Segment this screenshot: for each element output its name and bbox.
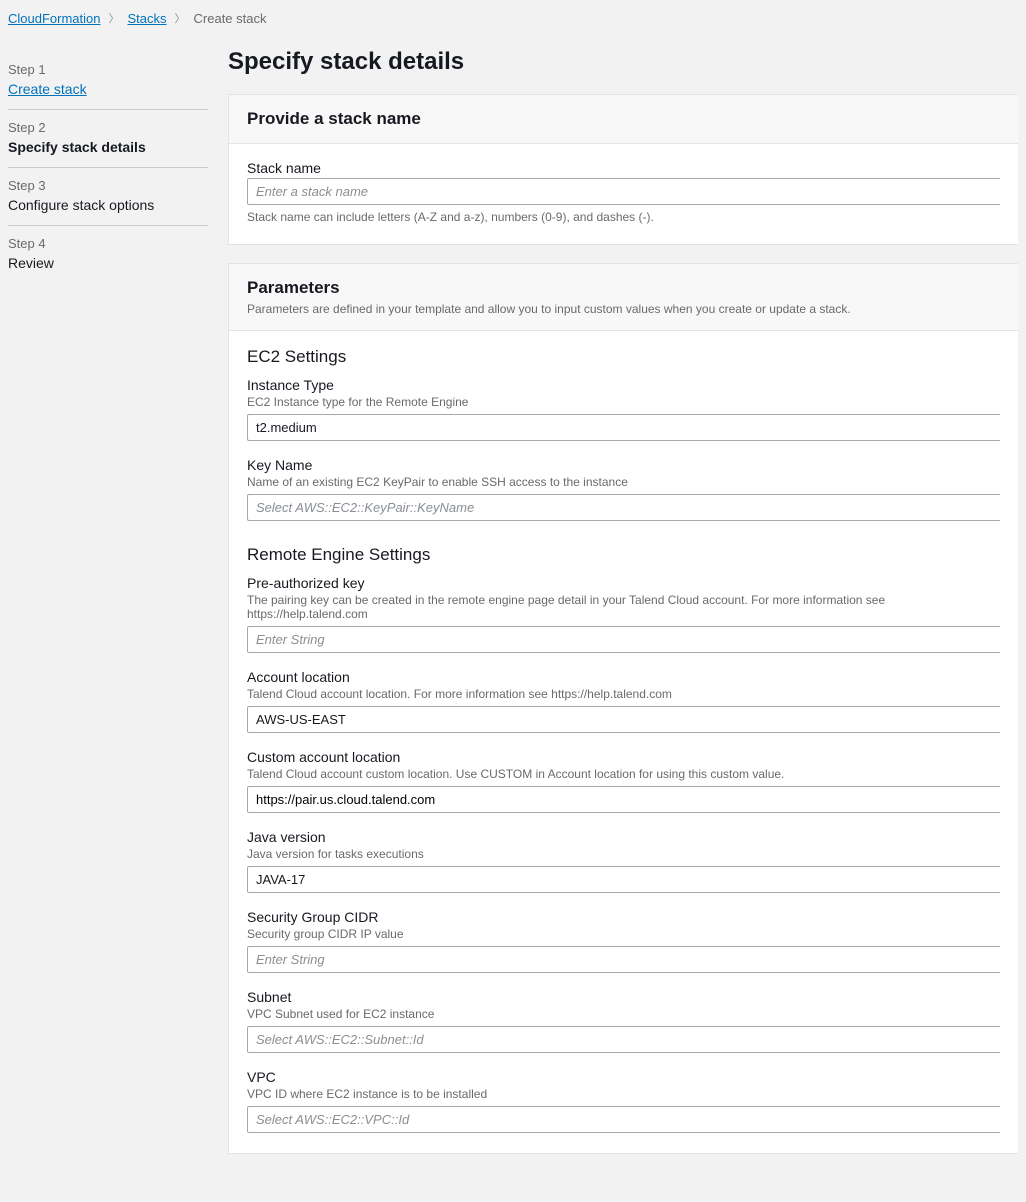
field-label: Security Group CIDR bbox=[247, 909, 1000, 925]
field-preauth-key: Pre-authorized key The pairing key can b… bbox=[247, 575, 1000, 653]
field-desc: Java version for tasks executions bbox=[247, 847, 1000, 861]
parameters-panel: Parameters Parameters are defined in you… bbox=[228, 263, 1018, 1154]
panel-header: Provide a stack name bbox=[229, 95, 1018, 144]
panel-subtitle: Parameters are defined in your template … bbox=[247, 302, 1000, 316]
stack-name-input[interactable] bbox=[247, 178, 1000, 205]
field-label: Stack name bbox=[247, 160, 1000, 176]
field-custom-location: Custom account location Talend Cloud acc… bbox=[247, 749, 1000, 813]
step-number: Step 3 bbox=[8, 178, 208, 193]
preauth-key-input[interactable] bbox=[247, 626, 1000, 653]
field-label: Java version bbox=[247, 829, 1000, 845]
step-link-create-stack[interactable]: Create stack bbox=[8, 81, 208, 97]
key-name-select[interactable]: Select AWS::EC2::KeyPair::KeyName bbox=[247, 494, 1000, 521]
field-desc: VPC ID where EC2 instance is to be insta… bbox=[247, 1087, 1000, 1101]
breadcrumb-current: Create stack bbox=[194, 11, 267, 26]
field-label: Subnet bbox=[247, 989, 1000, 1005]
stack-name-panel: Provide a stack name Stack name Stack na… bbox=[228, 94, 1018, 245]
field-desc: EC2 Instance type for the Remote Engine bbox=[247, 395, 1000, 409]
field-vpc: VPC VPC ID where EC2 instance is to be i… bbox=[247, 1069, 1000, 1133]
section-heading-ec2: EC2 Settings bbox=[247, 347, 1000, 367]
wizard-step-4: Step 4 Review bbox=[8, 225, 208, 283]
field-key-name: Key Name Name of an existing EC2 KeyPair… bbox=[247, 457, 1000, 521]
chevron-right-icon: 〉 bbox=[109, 10, 120, 26]
panel-heading: Parameters bbox=[247, 278, 1000, 298]
field-stack-name: Stack name Stack name can include letter… bbox=[247, 160, 1000, 224]
field-java-version: Java version Java version for tasks exec… bbox=[247, 829, 1000, 893]
subnet-select[interactable]: Select AWS::EC2::Subnet::Id bbox=[247, 1026, 1000, 1053]
breadcrumb-link-stacks[interactable]: Stacks bbox=[128, 11, 167, 26]
panel-heading: Provide a stack name bbox=[247, 109, 1000, 129]
field-label: Key Name bbox=[247, 457, 1000, 473]
page-title: Specify stack details bbox=[228, 48, 1018, 76]
field-desc: Name of an existing EC2 KeyPair to enabl… bbox=[247, 475, 1000, 489]
section-heading-remote: Remote Engine Settings bbox=[247, 545, 1000, 565]
field-desc: Talend Cloud account custom location. Us… bbox=[247, 767, 1000, 781]
wizard-step-1: Step 1 Create stack bbox=[8, 52, 208, 109]
step-label: Configure stack options bbox=[8, 197, 208, 213]
step-number: Step 2 bbox=[8, 120, 208, 135]
wizard-steps: Step 1 Create stack Step 2 Specify stack… bbox=[8, 30, 208, 1172]
custom-location-input[interactable] bbox=[247, 786, 1000, 813]
step-number: Step 1 bbox=[8, 62, 208, 77]
step-label-current: Specify stack details bbox=[8, 139, 208, 155]
field-label: Instance Type bbox=[247, 377, 1000, 393]
field-desc: Security group CIDR IP value bbox=[247, 927, 1000, 941]
field-label: Custom account location bbox=[247, 749, 1000, 765]
step-label: Review bbox=[8, 255, 208, 271]
field-desc: VPC Subnet used for EC2 instance bbox=[247, 1007, 1000, 1021]
breadcrumb-link-cloudformation[interactable]: CloudFormation bbox=[8, 11, 101, 26]
field-hint: Stack name can include letters (A-Z and … bbox=[247, 210, 1000, 224]
wizard-step-3: Step 3 Configure stack options bbox=[8, 167, 208, 225]
field-desc: Talend Cloud account location. For more … bbox=[247, 687, 1000, 701]
field-account-location: Account location Talend Cloud account lo… bbox=[247, 669, 1000, 733]
account-location-select[interactable]: AWS-US-EAST bbox=[247, 706, 1000, 733]
field-desc: The pairing key can be created in the re… bbox=[247, 593, 1000, 621]
instance-type-select[interactable]: t2.medium bbox=[247, 414, 1000, 441]
field-subnet: Subnet VPC Subnet used for EC2 instance … bbox=[247, 989, 1000, 1053]
wizard-step-2: Step 2 Specify stack details bbox=[8, 109, 208, 167]
step-number: Step 4 bbox=[8, 236, 208, 251]
field-label: Pre-authorized key bbox=[247, 575, 1000, 591]
breadcrumb: CloudFormation 〉 Stacks 〉 Create stack bbox=[0, 0, 1026, 30]
vpc-select[interactable]: Select AWS::EC2::VPC::Id bbox=[247, 1106, 1000, 1133]
field-instance-type: Instance Type EC2 Instance type for the … bbox=[247, 377, 1000, 441]
java-version-select[interactable]: JAVA-17 bbox=[247, 866, 1000, 893]
field-label: VPC bbox=[247, 1069, 1000, 1085]
field-security-group-cidr: Security Group CIDR Security group CIDR … bbox=[247, 909, 1000, 973]
field-label: Account location bbox=[247, 669, 1000, 685]
chevron-right-icon: 〉 bbox=[175, 10, 186, 26]
panel-header: Parameters Parameters are defined in you… bbox=[229, 264, 1018, 331]
security-group-cidr-input[interactable] bbox=[247, 946, 1000, 973]
